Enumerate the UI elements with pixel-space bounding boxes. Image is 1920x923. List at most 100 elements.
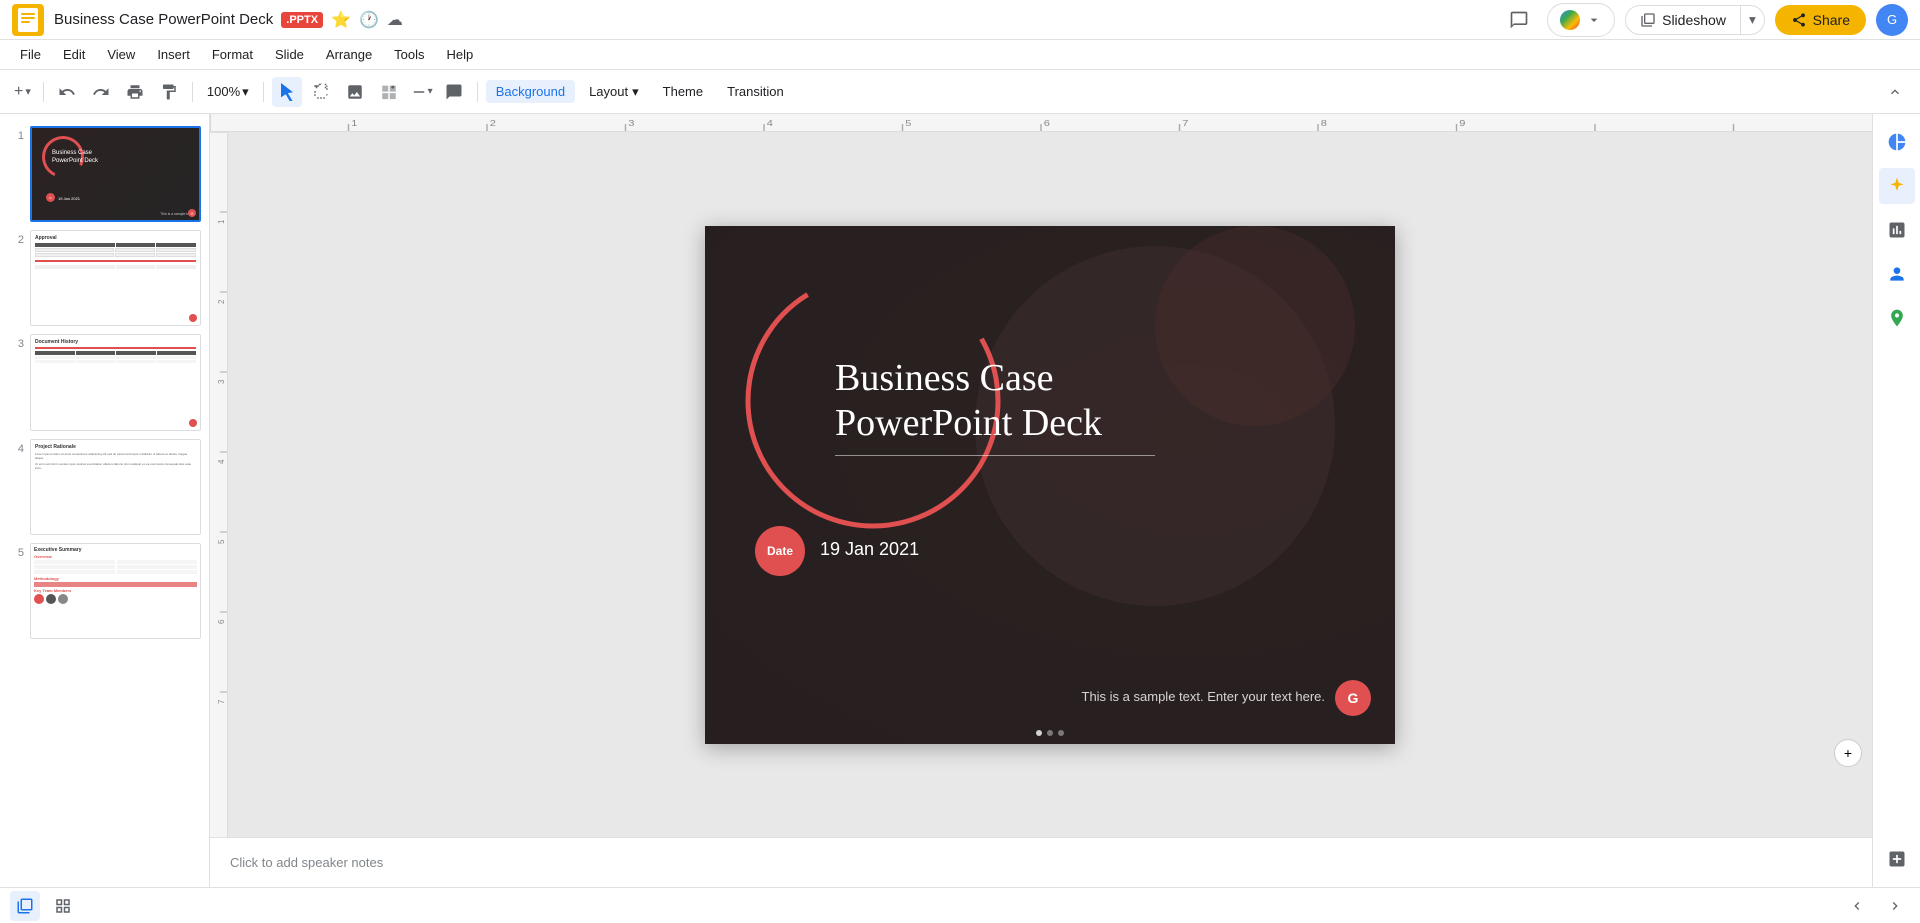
slide-3-cell	[116, 356, 156, 359]
toolbar-collapse-button[interactable]	[1880, 77, 1910, 107]
star-icon[interactable]: ⭐	[331, 10, 351, 30]
image-tool-button[interactable]	[340, 77, 370, 107]
notes-area[interactable]: Click to add speaker notes	[210, 837, 1872, 887]
share-button[interactable]: Share	[1775, 5, 1866, 35]
background-button[interactable]: Background	[486, 80, 575, 103]
gemini-button[interactable]	[1879, 168, 1915, 204]
menu-slide[interactable]: Slide	[265, 43, 314, 66]
theme-button[interactable]: Theme	[653, 80, 713, 103]
cursor-tool-button[interactable]	[272, 77, 302, 107]
add-slide-button[interactable]: + ▾	[10, 77, 35, 107]
title-action-icons: ⭐ 🕐 ☁	[331, 10, 403, 30]
slide-title-area[interactable]: Business Case PowerPoint Deck	[835, 356, 1155, 470]
grid-view-button[interactable]	[10, 891, 40, 921]
redo-button[interactable]	[86, 77, 116, 107]
slide-panel: 1 Business CasePowerPoint Deck D 19 Jan …	[0, 114, 210, 887]
svg-text:9: 9	[1459, 119, 1465, 128]
cloud-icon[interactable]: ☁	[387, 10, 403, 30]
analytics-button[interactable]	[1879, 212, 1915, 248]
paint-format-button[interactable]	[154, 77, 184, 107]
slide-date-text[interactable]: 19 Jan 2021	[820, 539, 919, 560]
slide-5-cell	[34, 565, 115, 569]
slide-dot-3[interactable]	[1058, 730, 1064, 736]
line-tool-button[interactable]: ▾	[408, 77, 435, 107]
slide-canvas[interactable]: Business Case PowerPoint Deck Date 19 Ja…	[705, 226, 1395, 744]
slide-thumb-img-wrap-5: Executive Summary Overview	[30, 543, 201, 639]
meet-button[interactable]	[1547, 3, 1615, 37]
menu-edit[interactable]: Edit	[53, 43, 95, 66]
slide-5-section: Overview	[34, 554, 197, 559]
strip-view-button[interactable]	[48, 891, 78, 921]
slideshow-dropdown-arrow[interactable]: ▾	[1740, 6, 1764, 34]
slide-thumbnail-2[interactable]: 2 Approval	[0, 226, 209, 330]
file-type-badge: .PPTX	[281, 12, 323, 28]
slide-5-cell	[117, 565, 198, 569]
add-integration-button[interactable]	[1879, 841, 1915, 877]
menu-arrange[interactable]: Arrange	[316, 43, 382, 66]
slide-navigation-dots	[1036, 730, 1064, 736]
explore-button[interactable]	[1879, 124, 1915, 160]
comment-insert-button[interactable]	[439, 77, 469, 107]
svg-text:6: 6	[217, 619, 226, 624]
slide-3-row	[35, 360, 196, 363]
notes-placeholder[interactable]: Click to add speaker notes	[230, 855, 383, 870]
toolbar: + ▾ 100% ▾ ▾ Background Layout ▾	[0, 70, 1920, 114]
slide-user-avatar[interactable]: G	[1335, 680, 1371, 716]
menu-format[interactable]: Format	[202, 43, 263, 66]
menu-insert[interactable]: Insert	[147, 43, 200, 66]
slide-3-cell	[157, 351, 197, 355]
svg-text:3: 3	[628, 119, 634, 128]
layout-button[interactable]: Layout ▾	[579, 80, 649, 104]
menu-tools[interactable]: Tools	[384, 43, 434, 66]
slide-5-preview: Executive Summary Overview	[31, 544, 200, 638]
menu-file[interactable]: File	[10, 43, 51, 66]
slide-3-cell	[157, 360, 197, 363]
panel-expand-button[interactable]	[1880, 891, 1910, 921]
slide-5-avatar-3	[58, 594, 68, 604]
slideshow-label: Slideshow	[1662, 12, 1726, 28]
slide-2-cell	[156, 253, 196, 257]
maps-button[interactable]	[1879, 300, 1915, 336]
slide-3-cell	[35, 351, 75, 355]
slide-2-title-preview: Approval	[35, 235, 196, 241]
slide-main-title-line1: Business Case	[835, 356, 1155, 402]
history-icon[interactable]: 🕐	[359, 10, 379, 30]
menu-view[interactable]: View	[97, 43, 145, 66]
slide-dot-2[interactable]	[1047, 730, 1053, 736]
user-avatar[interactable]: G	[1876, 4, 1908, 36]
slide-thumbnail-5[interactable]: 5 Executive Summary Overview	[0, 539, 209, 643]
user-account-button[interactable]	[1879, 256, 1915, 292]
slide-5-cell	[34, 570, 115, 574]
menu-help[interactable]: Help	[437, 43, 484, 66]
meet-icon	[1560, 10, 1580, 30]
comments-button[interactable]	[1501, 2, 1537, 38]
slide-dot-1[interactable]	[1036, 730, 1042, 736]
slide-thumbnail-4[interactable]: 4 Project Rationale Lorem ipsum dolor si…	[0, 435, 209, 539]
ruler-markings: 1 2 3 4 5 6 7 8 9	[210, 114, 1872, 131]
date-badge[interactable]: Date	[755, 526, 805, 576]
print-button[interactable]	[120, 77, 150, 107]
zoom-control[interactable]: 100% ▾	[201, 80, 255, 104]
slideshow-button[interactable]: Slideshow	[1626, 6, 1740, 34]
slide-thumbnail-1[interactable]: 1 Business CasePowerPoint Deck D 19 Jan …	[0, 122, 209, 226]
document-title: Business Case PowerPoint Deck	[54, 11, 273, 28]
shape-tool-button[interactable]	[374, 77, 404, 107]
date-badge-label: Date	[767, 544, 793, 558]
slide-thumbnail-3[interactable]: 3 Document History	[0, 330, 209, 434]
undo-button[interactable]	[52, 77, 82, 107]
menu-bar: File Edit View Insert Format Slide Arran…	[0, 40, 1920, 70]
slide-2-table-header	[35, 243, 196, 247]
svg-text:7: 7	[217, 699, 226, 704]
slide-footer-text[interactable]: This is a sample text. Enter your text h…	[1082, 689, 1326, 704]
transition-button[interactable]: Transition	[717, 80, 794, 103]
slide-4-text-2: Ut enim ad minim veniam quis nostrud exe…	[35, 462, 196, 470]
expand-button[interactable]: +	[1834, 739, 1862, 767]
select-tool-button[interactable]	[306, 77, 336, 107]
app-logo[interactable]	[12, 4, 44, 36]
panel-collapse-button[interactable]	[1842, 891, 1872, 921]
svg-text:3: 3	[217, 379, 226, 384]
slide-2-row	[35, 248, 196, 252]
svg-text:1: 1	[217, 219, 226, 224]
right-sidebar	[1872, 114, 1920, 887]
slide-number-5: 5	[8, 547, 24, 559]
